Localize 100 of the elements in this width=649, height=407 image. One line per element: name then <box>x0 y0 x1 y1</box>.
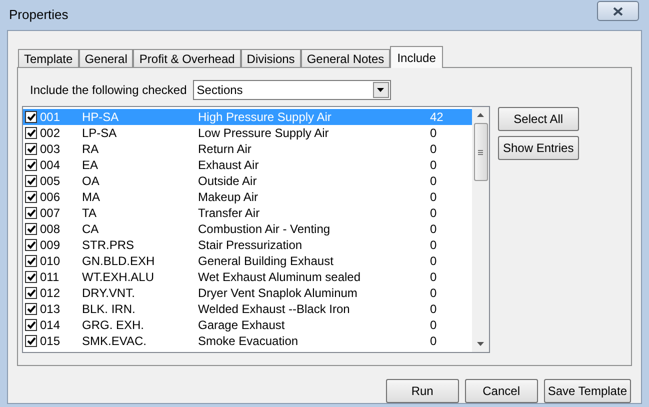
checkbox[interactable] <box>25 111 37 123</box>
count-cell-text: 0 <box>430 173 437 190</box>
list-row[interactable]: 007 TA Transfer Air 0 <box>23 205 472 221</box>
scroll-up-icon <box>477 113 484 117</box>
code-cell-text: EA <box>82 157 100 174</box>
checkbox[interactable] <box>25 207 37 219</box>
description-cell-text: Combustion Air - Venting <box>198 221 332 238</box>
include-label: Include the following checked <box>30 82 187 99</box>
dialog-button[interactable]: Select All <box>498 107 579 131</box>
code-cell-text: OA <box>82 173 100 190</box>
list-row[interactable]: 014 GRG. EXH. Garage Exhaust 0 <box>23 317 472 333</box>
tab[interactable]: General <box>78 49 134 67</box>
number-cell-text: 004 <box>40 157 62 174</box>
checkbox[interactable] <box>25 255 37 267</box>
number-cell-text: 010 <box>40 253 62 270</box>
tab[interactable]: Divisions <box>240 49 301 67</box>
description-cell-text: Transfer Air <box>198 205 261 222</box>
checkbox[interactable] <box>25 287 37 299</box>
number-cell-text: 011 <box>40 269 60 286</box>
code-cell-text: CA <box>82 221 100 238</box>
tab[interactable]: General Notes <box>300 49 390 67</box>
checkbox[interactable] <box>25 175 37 187</box>
checkbox[interactable] <box>25 239 37 251</box>
description-cell-text: Smoke Evacuation <box>198 333 300 350</box>
count-cell-text: 0 <box>430 157 437 174</box>
count-cell-text: 0 <box>430 205 437 222</box>
dropdown-arrow-icon <box>377 88 384 92</box>
code-cell-text: MA <box>82 189 101 206</box>
grip-icon <box>478 150 483 154</box>
checkbox[interactable] <box>25 159 37 171</box>
code-cell-text: STR.PRS <box>82 237 136 254</box>
number-cell-text: 009 <box>40 237 62 254</box>
checkbox[interactable] <box>25 303 37 315</box>
code-cell-text: RA <box>82 141 100 158</box>
list-row[interactable]: 006 MA Makeup Air 0 <box>23 189 472 205</box>
count-cell-text: 0 <box>430 221 437 238</box>
list-row[interactable]: 010 GN.BLD.EXH General Building Exhaust 0 <box>23 253 472 269</box>
number-cell-text: 007 <box>40 205 62 222</box>
number-cell-text: 002 <box>40 125 62 142</box>
list-row[interactable]: 005 OA Outside Air 0 <box>23 173 472 189</box>
checkbox[interactable] <box>25 127 37 139</box>
code-cell-text: TA <box>82 205 98 222</box>
number-cell-text: 005 <box>40 173 62 190</box>
code-cell-text: GRG. EXH. <box>82 317 146 334</box>
number-cell-text: 001 <box>40 109 62 126</box>
description-cell-text: Exhaust Air <box>198 157 260 174</box>
count-cell-text: 0 <box>430 333 437 350</box>
code-cell-text: HP-SA <box>82 109 120 126</box>
code-cell-text: WT.EXH.ALU <box>82 269 156 286</box>
checkbox[interactable] <box>25 271 37 283</box>
number-cell-text: 013 <box>40 301 62 318</box>
close-button[interactable] <box>597 1 639 21</box>
list-row[interactable]: 008 CA Combustion Air - Venting 0 <box>23 221 472 237</box>
checkbox[interactable] <box>25 223 37 235</box>
description-cell-text: High Pressure Supply Air <box>198 109 332 126</box>
description-cell-text: Garage Exhaust <box>198 317 286 334</box>
description-cell-text: Outside Air <box>198 173 258 190</box>
checkbox[interactable] <box>25 335 37 347</box>
checkbox[interactable] <box>25 143 37 155</box>
description-cell-text: Wet Exhaust Aluminum sealed <box>198 269 362 286</box>
description-cell-text: Makeup Air <box>198 189 260 206</box>
description-cell-text: Return Air <box>198 141 252 158</box>
window-title: Properties <box>9 6 68 24</box>
number-cell-text: 014 <box>40 317 62 334</box>
checkbox[interactable] <box>25 191 37 203</box>
list-row[interactable]: 002 LP-SA Low Pressure Supply Air 0 <box>23 125 472 141</box>
number-cell-text: 008 <box>40 221 62 238</box>
count-cell-text: 0 <box>430 253 437 270</box>
list-row[interactable]: 009 STR.PRS Stair Pressurization 0 <box>23 237 472 253</box>
description-cell-text: Stair Pressurization <box>198 237 304 254</box>
count-cell-text: 0 <box>430 269 437 286</box>
code-cell-text: SMK.EVAC. <box>82 333 148 350</box>
checkbox[interactable] <box>25 319 37 331</box>
list-row[interactable]: 004 EA Exhaust Air 0 <box>23 157 472 173</box>
dialog-button[interactable]: Show Entries <box>498 136 579 160</box>
tab[interactable]: Profit & Overhead <box>133 49 241 67</box>
number-cell-text: 012 <box>40 285 62 302</box>
description-cell-text: General Building Exhaust <box>198 253 334 270</box>
code-cell-text: LP-SA <box>82 125 118 142</box>
sections-dropdown[interactable]: Sections <box>192 80 391 100</box>
dialog-button[interactable]: Run <box>386 379 459 403</box>
number-cell-text: 006 <box>40 189 62 206</box>
dialog-button[interactable]: Cancel <box>464 379 538 403</box>
count-cell-text: 0 <box>430 125 437 142</box>
tab[interactable]: Template <box>18 49 79 67</box>
scrollbar[interactable] <box>472 107 489 352</box>
code-cell-text: BLK. IRN. <box>82 301 136 318</box>
list-row[interactable]: 013 BLK. IRN. Welded Exhaust --Black Iron 0 <box>23 301 472 317</box>
list-row[interactable]: 011 WT.EXH.ALU Wet Exhaust Aluminum sealed 0 <box>23 269 472 285</box>
description-cell-text: Dryer Vent Snaplok Aluminum <box>198 285 358 302</box>
description-cell-text: Low Pressure Supply Air <box>198 125 330 142</box>
tab[interactable]: Include <box>390 46 443 68</box>
dialog-button[interactable]: Save Template <box>544 379 631 403</box>
count-cell-text: 0 <box>430 189 437 206</box>
close-icon <box>613 6 623 16</box>
count-cell-text: 0 <box>430 237 437 254</box>
list-row[interactable]: 012 DRY.VNT. Dryer Vent Snaplok Aluminum 0 <box>23 285 472 301</box>
list-row[interactable]: 003 RA Return Air 0 <box>23 141 472 157</box>
list-row[interactable]: 015 SMK.EVAC. Smoke Evacuation 0 <box>23 333 472 349</box>
count-cell-text: 0 <box>430 141 437 158</box>
